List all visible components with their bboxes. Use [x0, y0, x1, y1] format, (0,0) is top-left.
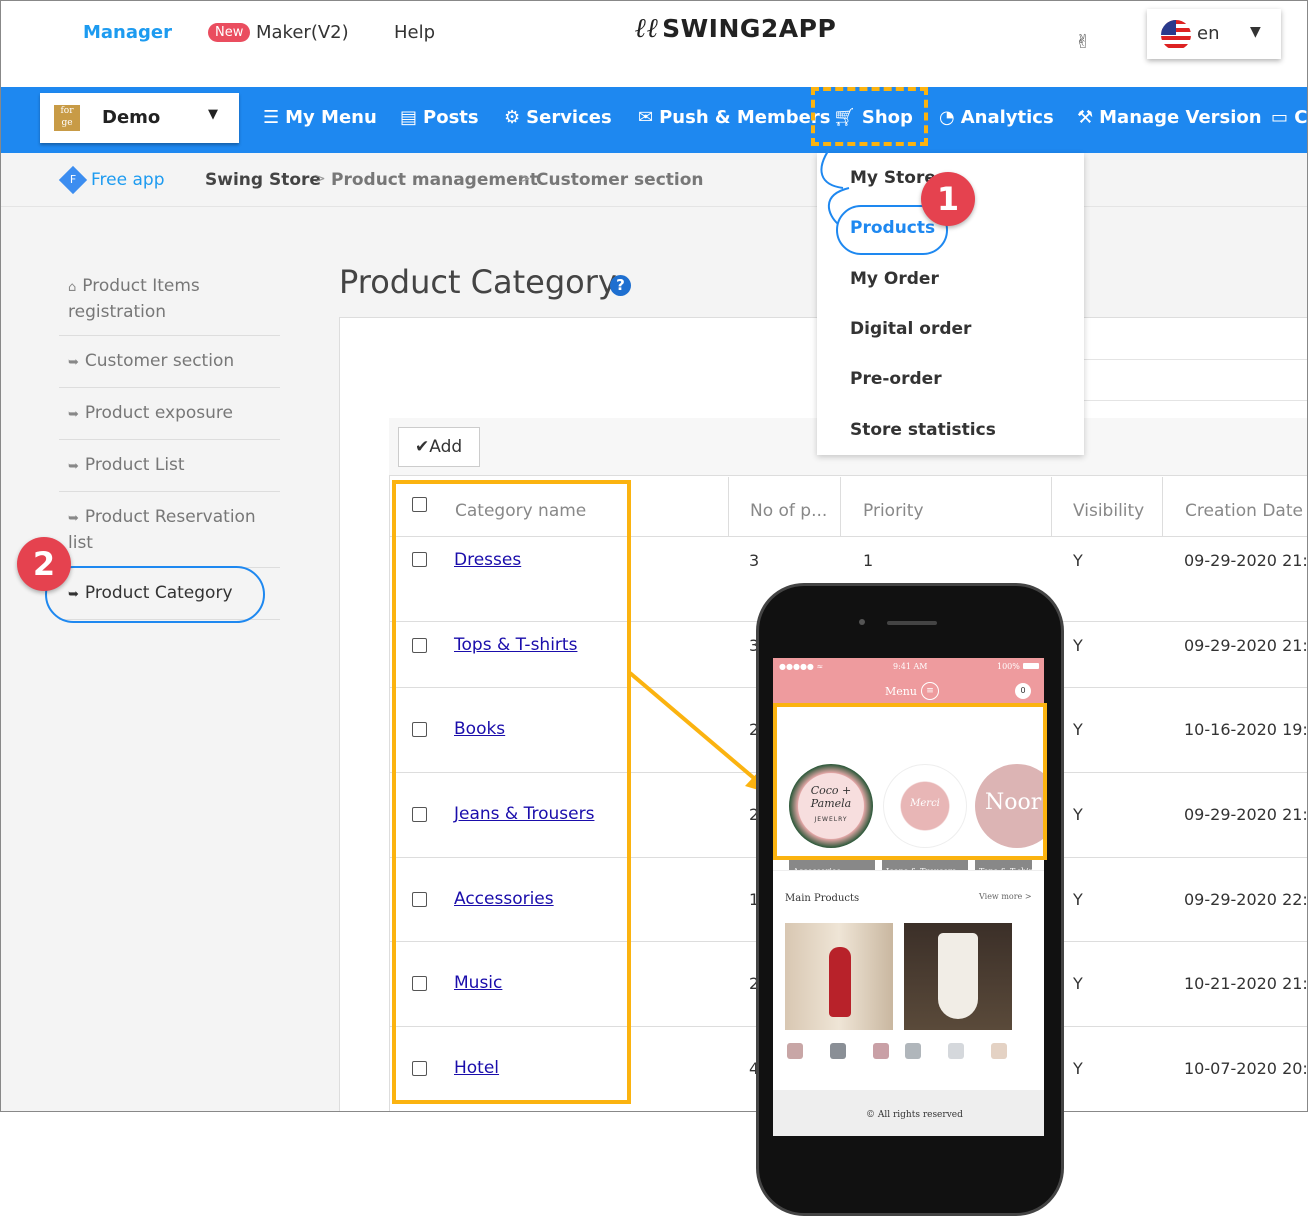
speaker-grille: [887, 621, 937, 625]
product-image-white-dress[interactable]: [904, 923, 1012, 1030]
app-header: ●●●●● ≈ 9:41 AM 100% Menu ≡ 0: [773, 658, 1044, 706]
app-footer: © All rights reserved: [773, 1090, 1044, 1136]
annotation-arrows: [628, 147, 850, 794]
product-thumbnail[interactable]: [905, 1043, 921, 1059]
cart-count-badge[interactable]: 0: [1015, 683, 1031, 699]
clock: 9:41 AM: [893, 662, 928, 671]
camera-icon: [859, 619, 865, 625]
battery-icon: [1023, 663, 1039, 669]
product-thumbnail[interactable]: [830, 1043, 846, 1059]
highlight-arrow-line: [628, 671, 764, 787]
product-thumbnail[interactable]: [787, 1043, 803, 1059]
app-menu-label[interactable]: Menu: [885, 685, 917, 698]
main-products-title: Main Products: [785, 893, 860, 904]
product-image-red-dress[interactable]: [785, 923, 893, 1030]
battery-level: 100%: [997, 662, 1020, 671]
shop-to-products-line: [827, 187, 850, 225]
menu-icon[interactable]: ≡: [921, 682, 939, 700]
copyright-text: © All rights reserved: [866, 1110, 963, 1120]
phone-banner-highlight: [773, 703, 1047, 860]
view-more-link[interactable]: View more >: [979, 892, 1032, 901]
product-thumbnail[interactable]: [991, 1043, 1007, 1059]
signal-indicator: ●●●●● ≈: [779, 662, 824, 671]
product-thumbnail[interactable]: [948, 1043, 964, 1059]
red-dress-shape: [829, 947, 851, 1017]
white-dress-shape: [938, 933, 978, 1019]
shop-to-products-line: [820, 147, 844, 189]
step-1-badge: 1: [921, 172, 975, 226]
product-thumbnail[interactable]: [873, 1043, 889, 1059]
